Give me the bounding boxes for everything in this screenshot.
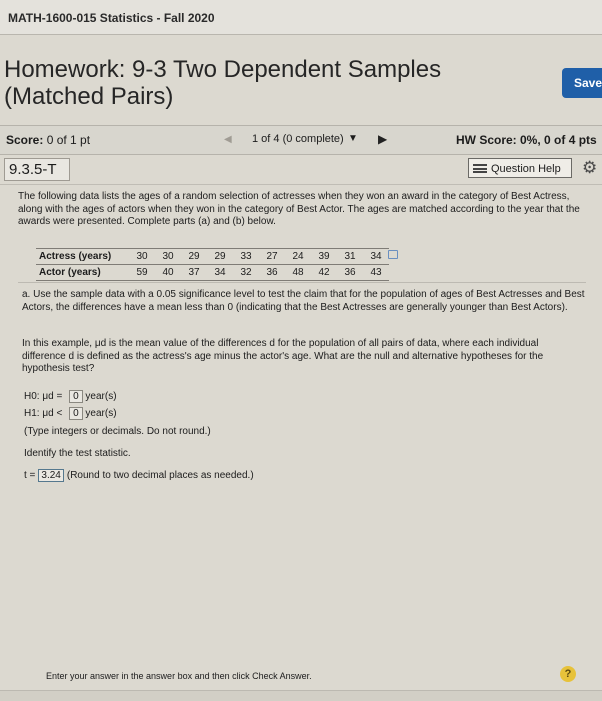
divider — [18, 282, 586, 283]
h0-value-input[interactable]: 0 — [69, 390, 83, 403]
table-cell: 42 — [311, 264, 337, 281]
table-cell: 32 — [233, 264, 259, 281]
t-label: t = — [24, 470, 36, 481]
table-cell: 27 — [259, 248, 285, 265]
part-a-text: a. Use the sample data with a 0.05 signi… — [22, 289, 585, 313]
table-cell: 30 — [129, 248, 155, 265]
score-bar: Score: 0 of 1 pt ◀ 1 of 4 (0 complete) ▼… — [0, 125, 602, 155]
table-row: Actress (years) 30 30 29 29 33 27 24 39 … — [36, 248, 389, 265]
footer-instruction: Enter your answer in the answer box and … — [46, 671, 312, 681]
identify-prompt: Identify the test statistic. — [24, 448, 131, 459]
table-cell: 33 — [233, 248, 259, 265]
table-cell: 30 — [155, 248, 181, 265]
homework-title: Homework: 9-3 Two Dependent Samples (Mat… — [4, 56, 441, 110]
example-text: In this example, μd is the mean value of… — [22, 338, 544, 374]
table-cell: 43 — [363, 264, 389, 281]
test-statistic: t = 3.24 (Round to two decimal places as n… — [24, 469, 254, 482]
table-cell: 40 — [155, 264, 181, 281]
table-cell: 48 — [285, 264, 311, 281]
hw-score: HW Score: 0%, 0 of 4 pts — [456, 133, 597, 147]
question-nav-text[interactable]: 1 of 4 (0 complete) — [252, 133, 344, 145]
table-cell: 31 — [337, 248, 363, 265]
data-table: Actress (years) 30 30 29 29 33 27 24 39 … — [36, 248, 389, 281]
t-note: (Round to two decimal places as needed.) — [66, 470, 254, 481]
question-number: 9.3.5-T — [4, 158, 70, 181]
h0-unit: year(s) — [85, 391, 117, 402]
h0-operator[interactable]: = — [56, 391, 62, 402]
table-cell: 36 — [337, 264, 363, 281]
question-content: The following data lists the ages of a r… — [18, 191, 592, 229]
table-cell: 37 — [181, 264, 207, 281]
copy-data-icon[interactable] — [388, 250, 398, 259]
alternative-hypothesis: H1: μd < 0 year(s) — [24, 407, 117, 420]
h1-unit: year(s) — [85, 408, 117, 419]
homework-title-line1: Homework: 9-3 Two Dependent Samples — [4, 56, 442, 83]
question-intro: The following data lists the ages of a r… — [18, 191, 580, 227]
table-cell: 29 — [181, 248, 207, 265]
table-cell: 29 — [207, 248, 233, 265]
triangle-right-icon[interactable]: ▶ — [378, 132, 387, 146]
table-row: Actor (years) 59 40 37 34 32 36 48 42 36… — [36, 264, 389, 281]
triangle-left-icon[interactable]: ◀ — [224, 134, 232, 145]
t-value-input[interactable]: 3.24 — [38, 469, 64, 482]
h1-label: H1: μd — [24, 408, 54, 419]
h0-label: H0: μd — [24, 391, 54, 402]
table-cell: 39 — [311, 248, 337, 265]
question-bar: 9.3.5-T Question Help ⚙ — [0, 154, 602, 185]
gear-icon[interactable]: ⚙ — [582, 158, 597, 178]
h1-operator[interactable]: < — [56, 408, 62, 419]
row-label: Actress (years) — [36, 248, 129, 265]
bottom-strip — [0, 690, 602, 701]
homework-title-line2: (Matched Pairs) — [4, 83, 174, 110]
row-label: Actor (years) — [36, 264, 129, 281]
table-cell: 34 — [363, 248, 389, 265]
table-cell: 24 — [285, 248, 311, 265]
type-note: (Type integers or decimals. Do not round… — [24, 426, 211, 437]
score: Score: 0 of 1 pt — [6, 133, 90, 147]
null-hypothesis: H0: μd = 0 year(s) — [24, 390, 117, 403]
top-bar: MATH-1600-015 Statistics - Fall 2020 — [0, 0, 602, 35]
question-help-button[interactable]: Question Help — [468, 158, 572, 178]
question-mark-icon[interactable]: ? — [560, 666, 576, 682]
question-help-label: Question Help — [491, 163, 561, 175]
h1-value-input[interactable]: 0 — [69, 407, 83, 420]
table-cell: 36 — [259, 264, 285, 281]
list-icon — [473, 164, 487, 173]
table-cell: 59 — [129, 264, 155, 281]
course-title: MATH-1600-015 Statistics - Fall 2020 — [8, 11, 215, 25]
triangle-down-icon[interactable]: ▼ — [348, 133, 358, 144]
save-button[interactable]: Save — [562, 68, 602, 98]
score-value: 0 of 1 pt — [46, 133, 91, 147]
table-cell: 34 — [207, 264, 233, 281]
score-label: Score: — [6, 133, 44, 147]
